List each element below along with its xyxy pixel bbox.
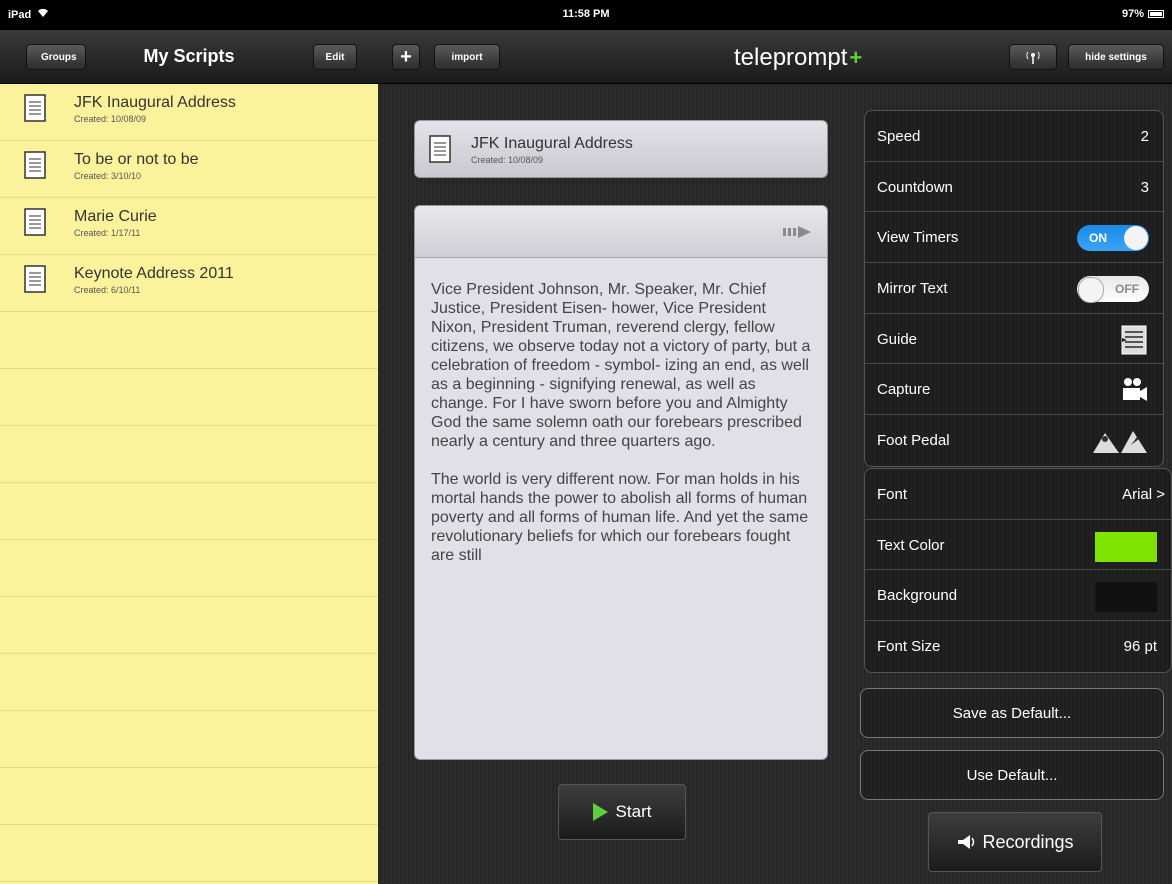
current-script-date: Created: 10/08/09 xyxy=(471,155,544,165)
script-list: JFK Inaugural Address Created: 10/08/09 … xyxy=(0,84,378,884)
list-item[interactable]: To be or not to be Created: 3/10/10 xyxy=(0,141,378,198)
list-item[interactable]: Marie Curie Created: 1/17/11 xyxy=(0,198,378,255)
script-date: Created: 1/17/11 xyxy=(74,228,141,238)
document-icon xyxy=(24,265,46,293)
foot-pedal-label: Foot Pedal xyxy=(877,432,950,450)
guide-label: Guide xyxy=(877,330,918,348)
view-timers-label: View Timers xyxy=(877,229,959,247)
app-title-text: teleprompt xyxy=(734,44,848,71)
status-time: 11:58 PM xyxy=(562,8,610,20)
foot-pedal-icon xyxy=(1093,431,1147,454)
hide-settings-button[interactable]: hide settings xyxy=(1068,44,1164,70)
capture-label: Capture xyxy=(877,381,931,399)
text-color-label: Text Color xyxy=(877,536,945,554)
script-title: Marie Curie xyxy=(74,208,157,225)
scripts-nav-bar: Groups My Scripts Edit xyxy=(0,30,378,84)
app-title: teleprompt+ xyxy=(734,44,862,72)
battery-icon xyxy=(1148,10,1164,18)
text-card-header xyxy=(415,206,827,258)
document-icon xyxy=(429,135,451,163)
status-bar: iPad 11:58 PM 97% xyxy=(0,0,1172,30)
mirror-text-toggle[interactable]: OFF xyxy=(1077,276,1149,304)
list-item[interactable]: Keynote Address 2011 Created: 6/10/11 xyxy=(0,255,378,312)
arrow-right-icon[interactable] xyxy=(781,222,815,242)
foot-pedal-row[interactable]: Foot Pedal xyxy=(865,415,1163,466)
background-label: Background xyxy=(877,587,958,605)
current-script-title: JFK Inaugural Address xyxy=(471,135,633,152)
antenna-icon xyxy=(1026,51,1040,64)
document-icon xyxy=(24,151,46,179)
start-button[interactable]: Start xyxy=(558,784,686,840)
script-title: JFK Inaugural Address xyxy=(74,94,236,111)
font-label: Font xyxy=(877,486,908,503)
background-color-swatch[interactable] xyxy=(1095,582,1157,613)
battery-label: 97% xyxy=(1121,8,1144,20)
countdown-label: Countdown xyxy=(877,178,953,196)
mirror-text-label: Mirror Text xyxy=(877,280,948,298)
current-script-card[interactable]: JFK Inaugural Address Created: 10/08/09 xyxy=(414,120,828,178)
guide-row[interactable]: Guide xyxy=(865,314,1163,365)
script-title: To be or not to be xyxy=(74,151,199,168)
script-date: Created: 6/10/11 xyxy=(74,285,141,295)
add-script-button[interactable]: + xyxy=(392,44,420,70)
editor-panel: + import teleprompt+ hide settings JFK I… xyxy=(378,30,1172,884)
list-item[interactable]: JFK Inaugural Address Created: 10/08/09 xyxy=(0,84,378,141)
script-paragraph: The world is very different now. For man… xyxy=(431,471,809,564)
speed-value: 2 xyxy=(1140,128,1149,145)
appearance-settings: Font Arial > Text Color Background Font … xyxy=(864,468,1172,673)
mirror-text-row: Mirror Text OFF xyxy=(865,263,1163,314)
playback-settings: Speed 2 Countdown 3 View Timers ON Mirro… xyxy=(864,110,1164,467)
guide-icon xyxy=(1121,325,1147,355)
capture-row[interactable]: Capture xyxy=(865,364,1163,416)
save-default-button[interactable]: Save as Default... xyxy=(860,688,1164,738)
document-icon xyxy=(24,208,46,236)
editor-toolbar: + import teleprompt+ hide settings xyxy=(378,30,1172,84)
view-timers-row: View Timers ON xyxy=(865,212,1163,264)
countdown-value: 3 xyxy=(1140,178,1149,196)
view-timers-toggle[interactable]: ON xyxy=(1077,225,1149,252)
antenna-button[interactable] xyxy=(1009,44,1057,70)
play-icon xyxy=(592,803,608,821)
speaker-icon xyxy=(958,835,975,849)
video-camera-icon xyxy=(1123,378,1147,402)
script-text[interactable]: Vice President Johnson, Mr. Speaker, Mr.… xyxy=(431,280,813,584)
background-row[interactable]: Background xyxy=(865,570,1171,622)
script-text-card: Vice President Johnson, Mr. Speaker, Mr.… xyxy=(414,205,828,760)
font-size-label: Font Size xyxy=(877,638,941,656)
speed-label: Speed xyxy=(877,128,921,145)
script-date: Created: 3/10/10 xyxy=(74,171,142,181)
recordings-button[interactable]: Recordings xyxy=(928,812,1102,872)
font-size-value: 96 pt xyxy=(1123,638,1157,656)
font-row[interactable]: Font Arial > xyxy=(865,469,1171,520)
import-button[interactable]: import xyxy=(434,44,500,70)
text-color-row[interactable]: Text Color xyxy=(865,520,1171,571)
script-date: Created: 10/08/09 xyxy=(74,114,147,124)
text-color-swatch[interactable] xyxy=(1095,531,1157,562)
start-label: Start xyxy=(615,802,652,821)
recordings-label: Recordings xyxy=(982,831,1074,852)
edit-button[interactable]: Edit xyxy=(313,44,357,70)
use-default-button[interactable]: Use Default... xyxy=(860,750,1164,800)
document-icon xyxy=(24,94,46,122)
font-value: Arial > xyxy=(1122,486,1165,503)
script-title: Keynote Address 2011 xyxy=(74,265,234,282)
countdown-row[interactable]: Countdown 3 xyxy=(865,162,1163,213)
script-paragraph: Vice President Johnson, Mr. Speaker, Mr.… xyxy=(431,281,811,450)
plus-logo-icon: + xyxy=(849,45,863,70)
font-size-row[interactable]: Font Size 96 pt xyxy=(865,621,1171,672)
speed-row[interactable]: Speed 2 xyxy=(865,111,1163,162)
